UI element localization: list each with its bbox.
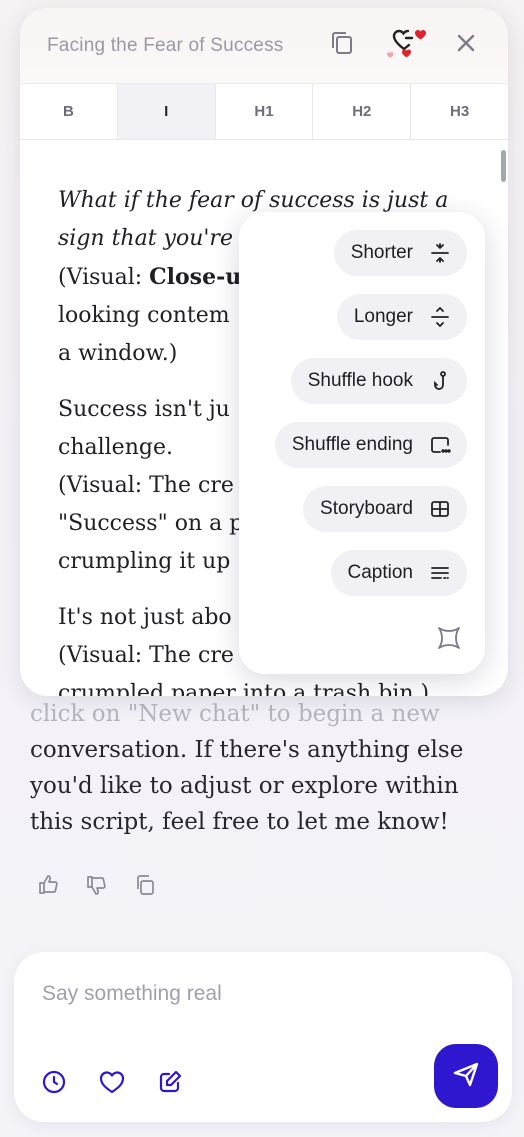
rewrite-menu: Shorter Longer Shuffle hook Shuffle endi… bbox=[239, 212, 485, 674]
thumbs-up-icon[interactable] bbox=[36, 872, 62, 898]
format-toolbar: B I H1 H2 H3 bbox=[20, 84, 508, 140]
heart-check-icon bbox=[382, 21, 426, 70]
copy-icon bbox=[328, 29, 356, 62]
heart-icon[interactable] bbox=[98, 1068, 126, 1096]
close-icon bbox=[454, 31, 478, 60]
composer-tools bbox=[40, 1068, 184, 1096]
message-input[interactable] bbox=[42, 982, 442, 1006]
menu-item-shuffle-ending[interactable]: Shuffle ending bbox=[274, 422, 467, 468]
sparkle-icon[interactable] bbox=[435, 624, 463, 652]
message-actions bbox=[36, 872, 158, 898]
heading3-button[interactable]: H3 bbox=[411, 84, 508, 139]
message-composer bbox=[14, 952, 512, 1122]
expand-icon bbox=[427, 304, 453, 330]
heading1-button[interactable]: H1 bbox=[216, 84, 314, 139]
copy-button[interactable] bbox=[322, 26, 362, 66]
caption-icon bbox=[427, 560, 453, 586]
grid-icon bbox=[427, 496, 453, 522]
menu-item-caption[interactable]: Caption bbox=[330, 550, 467, 596]
menu-item-shorter[interactable]: Shorter bbox=[333, 230, 467, 276]
menu-item-longer[interactable]: Longer bbox=[336, 294, 467, 340]
history-icon[interactable] bbox=[40, 1068, 68, 1096]
compress-icon bbox=[427, 240, 453, 266]
copy-message-icon[interactable] bbox=[132, 872, 158, 898]
chat-faded-line: click on "New chat" to begin a new bbox=[30, 701, 440, 727]
ending-icon bbox=[427, 432, 453, 458]
script-title: Facing the Fear of Success bbox=[47, 34, 284, 56]
hook-icon bbox=[427, 368, 453, 394]
bold-button[interactable]: B bbox=[20, 84, 118, 139]
favorite-button[interactable] bbox=[384, 26, 426, 66]
heading2-button[interactable]: H2 bbox=[313, 84, 412, 139]
edit-icon[interactable] bbox=[156, 1068, 184, 1096]
menu-item-storyboard[interactable]: Storyboard bbox=[303, 486, 467, 532]
scrollbar[interactable] bbox=[501, 150, 506, 182]
send-button[interactable] bbox=[434, 1044, 498, 1108]
thumbs-down-icon[interactable] bbox=[84, 872, 110, 898]
send-icon bbox=[451, 1059, 481, 1094]
italic-button[interactable]: I bbox=[117, 84, 216, 139]
close-button[interactable] bbox=[446, 26, 486, 66]
editor-header: Facing the Fear of Success bbox=[20, 8, 508, 84]
menu-item-shuffle-hook[interactable]: Shuffle hook bbox=[290, 358, 467, 404]
chat-message: click on "New chat" to begin a new conve… bbox=[30, 696, 500, 840]
chat-message-text: conversation. If there's anything else y… bbox=[30, 737, 464, 835]
